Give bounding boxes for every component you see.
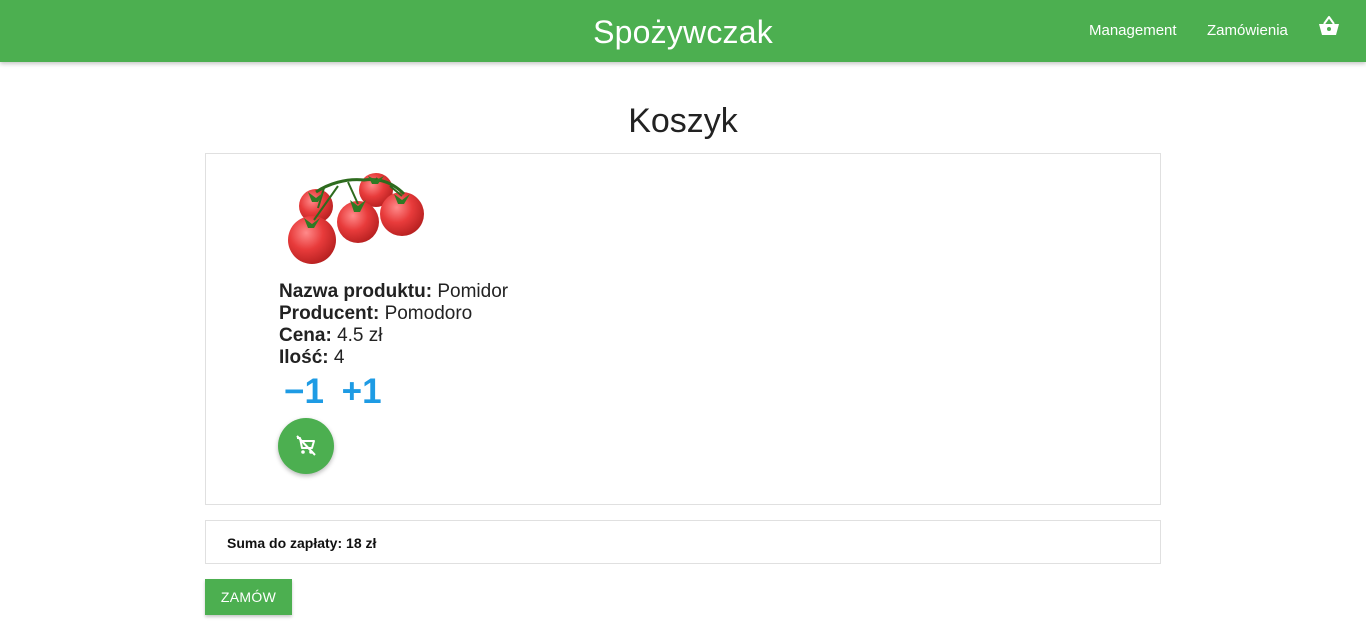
place-order-button[interactable]: ZAMÓW: [205, 579, 292, 615]
page-title: Koszyk: [628, 102, 738, 140]
price-label: Cena:: [279, 325, 332, 346]
top-navbar: Spożywczak Management Zamówienia: [0, 0, 1366, 62]
remove-from-cart-button[interactable]: [278, 418, 334, 474]
quantity-value: 4: [333, 347, 345, 368]
total-to-pay: Suma do zapłaty: 18 zł: [227, 521, 376, 565]
price-row: Cena: 4.5 zł: [279, 325, 508, 347]
total-value: 18 zł: [346, 535, 377, 551]
basket-icon[interactable]: [1318, 14, 1340, 38]
quantity-controls: −1 +1: [284, 372, 390, 412]
product-name-value: Pomidor: [437, 281, 509, 302]
cart-item-card: Nazwa produktu: Pomidor Producent: Pomod…: [205, 153, 1161, 505]
decrement-quantity-button[interactable]: −1: [284, 372, 324, 412]
tomato-image: [278, 168, 430, 278]
producer-label: Producent:: [279, 303, 380, 324]
increment-quantity-button[interactable]: +1: [342, 372, 382, 412]
product-info: Nazwa produktu: Pomidor Producent: Pomod…: [279, 281, 508, 369]
producer-value: Pomodoro: [384, 303, 473, 324]
order-summary: Suma do zapłaty: 18 zł: [205, 520, 1161, 564]
total-label: Suma do zapłaty:: [227, 535, 343, 551]
product-name-row: Nazwa produktu: Pomidor: [279, 281, 508, 303]
price-value: 4.5 zł: [337, 325, 383, 346]
producer-row: Producent: Pomodoro: [279, 303, 508, 325]
remove-from-cart-icon: [296, 435, 316, 456]
quantity-row: Ilość: 4: [279, 347, 508, 369]
nav-link-orders[interactable]: Zamówienia: [1207, 0, 1288, 62]
nav-link-management[interactable]: Management: [1089, 0, 1177, 62]
product-name-label: Nazwa produktu:: [279, 281, 433, 302]
quantity-label: Ilość:: [279, 347, 329, 368]
